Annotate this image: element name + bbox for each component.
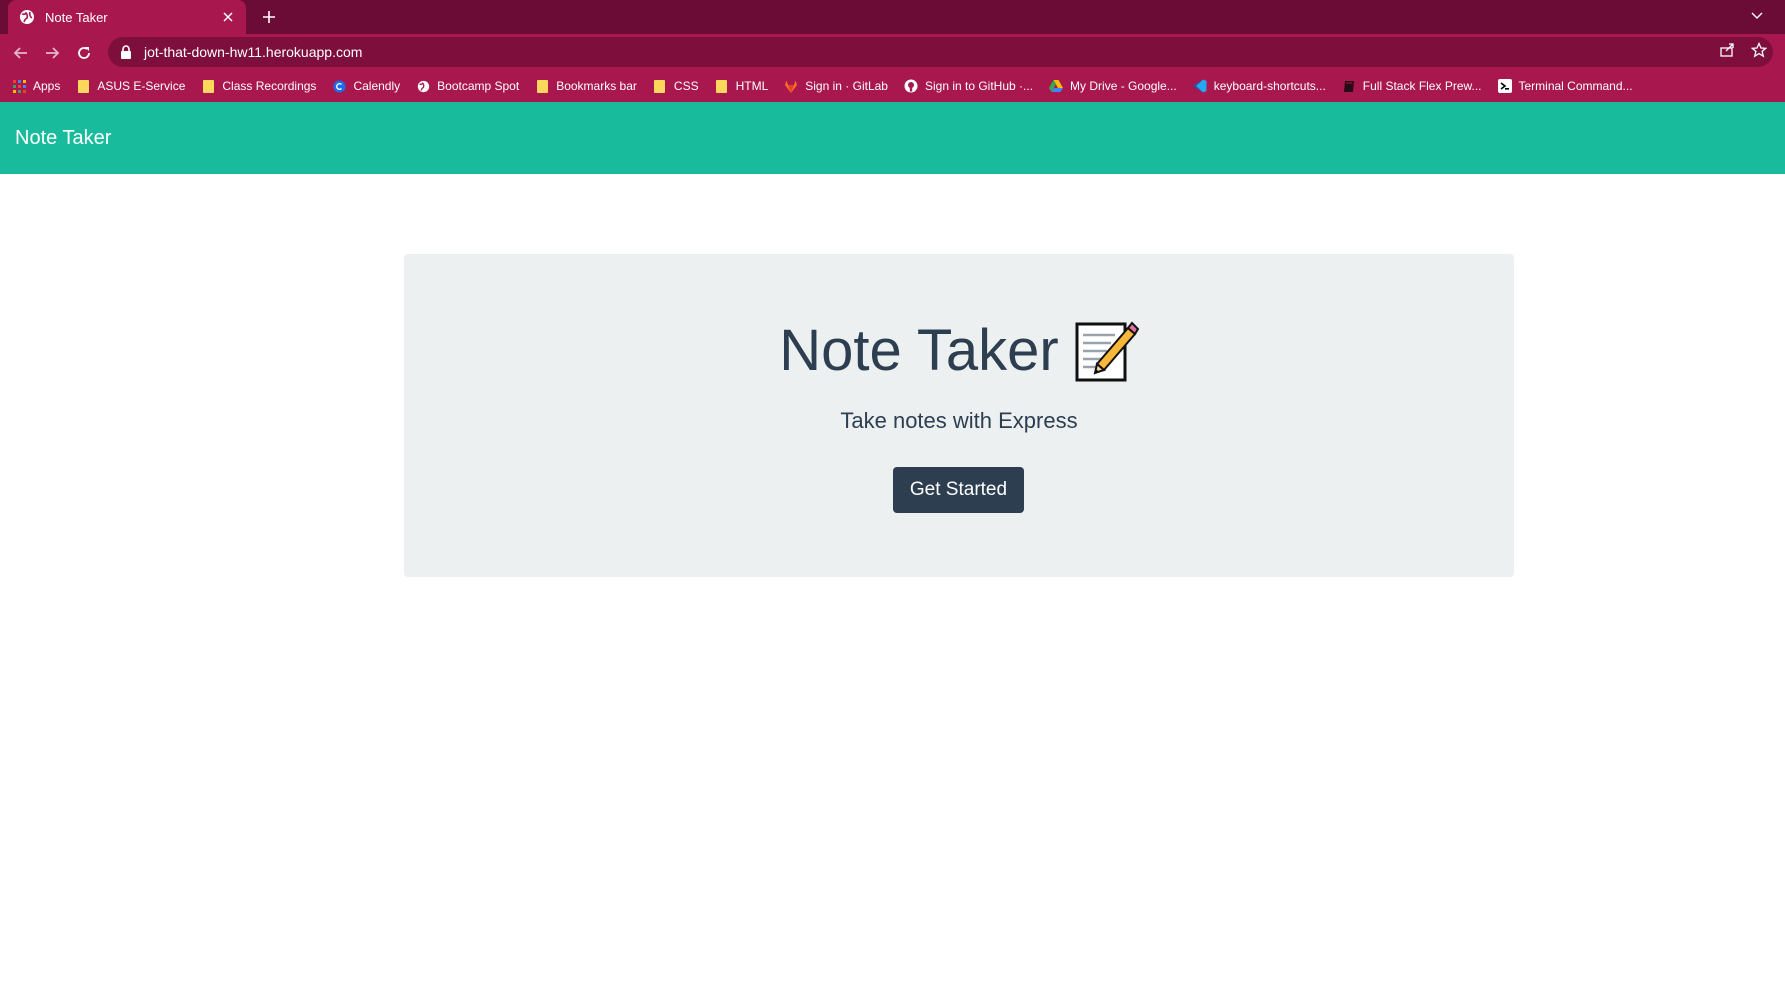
tab-title: Note Taker (45, 9, 108, 25)
url-text: jot-that-down-hw11.herokuapp.com (144, 44, 363, 60)
bookmark-google-drive[interactable]: My Drive - Google... (1049, 79, 1177, 93)
bookmark-label: Class Recordings (222, 79, 317, 93)
hero-title-row: Note Taker (404, 317, 1514, 384)
lock-icon (120, 45, 134, 59)
memo-icon (1073, 318, 1139, 384)
google-drive-icon (1049, 79, 1064, 93)
bookmark-full-stack-flex[interactable]: Full Stack Flex Prew... (1342, 79, 1482, 93)
bookmark-gitlab[interactable]: Sign in · GitLab (784, 79, 888, 93)
bookmark-label: Calendly (353, 79, 401, 93)
bookmark-class-recordings[interactable]: Class Recordings (201, 79, 316, 93)
new-tab-icon[interactable] (258, 6, 280, 28)
bookmark-label: keyboard-shortcuts... (1213, 79, 1326, 93)
bookmark-label: Sign in · GitLab (805, 79, 888, 93)
bookmark-terminal-command[interactable]: Terminal Command... (1497, 79, 1633, 93)
star-icon[interactable] (1750, 41, 1768, 59)
get-started-button[interactable]: Get Started (893, 467, 1024, 513)
browser-toolbar: jot-that-down-hw11.herokuapp.com (0, 34, 1785, 70)
bookmark-label: My Drive - Google... (1070, 79, 1177, 93)
bookmark-css[interactable]: CSS (653, 79, 699, 93)
hero-jumbotron: Note Taker Take notes with Express Get S… (404, 254, 1514, 577)
vscode-icon (1193, 79, 1207, 93)
bookmark-label: Apps (33, 79, 61, 93)
bookmark-label: HTML (735, 79, 769, 93)
bookmark-label: Terminal Command... (1518, 79, 1633, 93)
bookmark-github[interactable]: Sign in to GitHub ·... (904, 79, 1033, 93)
hero-subtitle: Take notes with Express (840, 408, 1078, 433)
terminal-icon (1497, 79, 1512, 93)
forward-icon[interactable] (41, 42, 63, 64)
bookmark-html[interactable]: HTML (715, 79, 769, 93)
site-navbar: Note Taker (0, 102, 1785, 174)
bookmark-apps[interactable]: Apps (12, 79, 60, 93)
browser-tab[interactable]: Note Taker (8, 0, 246, 34)
apps-grid-icon (12, 79, 26, 93)
bookmark-calendly[interactable]: Calendly (332, 79, 400, 93)
hero-title: Note Taker (779, 318, 1059, 383)
tab-strip: Note Taker (0, 0, 1785, 34)
folder-icon (201, 79, 215, 93)
share-icon[interactable] (1718, 41, 1736, 59)
bookmarks-bar: Apps ASUS E-Service Class Recordings Cal… (0, 70, 1785, 102)
chevron-down-icon[interactable] (1747, 6, 1767, 26)
book-icon (1342, 79, 1356, 93)
globe-icon (416, 79, 430, 93)
folder-icon (76, 79, 90, 93)
bookmark-bookmarks-bar[interactable]: Bookmarks bar (535, 79, 637, 93)
bookmark-asus-e-service[interactable]: ASUS E-Service (76, 79, 185, 93)
bookmark-label: Full Stack Flex Prew... (1362, 79, 1482, 93)
bookmark-label: ASUS E-Service (97, 79, 186, 93)
bookmark-keyboard-shortcuts[interactable]: keyboard-shortcuts... (1193, 79, 1326, 93)
address-bar[interactable]: jot-that-down-hw11.herokuapp.com (108, 37, 1773, 67)
folder-icon (715, 79, 729, 93)
folder-icon (535, 79, 549, 93)
bookmark-label: Sign in to GitHub ·... (924, 79, 1034, 93)
bookmark-label: Bootcamp Spot (437, 79, 520, 93)
globe-icon (19, 9, 35, 25)
back-icon[interactable] (10, 42, 32, 64)
navbar-brand[interactable]: Note Taker (15, 127, 111, 150)
reload-icon[interactable] (73, 42, 95, 64)
calendly-icon (332, 79, 346, 93)
close-tab-icon[interactable] (220, 9, 236, 25)
gitlab-icon (784, 79, 798, 93)
folder-icon (653, 79, 667, 93)
github-icon (904, 79, 918, 93)
bookmark-bootcamp-spot[interactable]: Bootcamp Spot (416, 79, 519, 93)
bookmark-label: CSS (673, 79, 699, 93)
bookmark-label: Bookmarks bar (556, 79, 637, 93)
